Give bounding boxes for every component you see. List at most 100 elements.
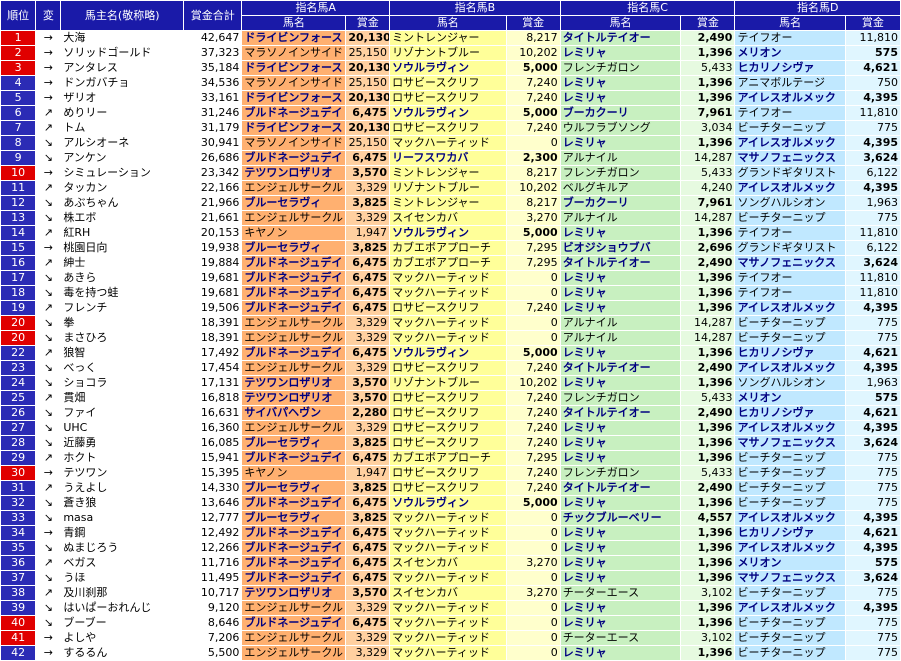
header-horse-a: 馬名 [241,15,347,31]
horse-c-prize: 1,396 [680,345,736,361]
table-row: 13 ↘ 株エボ 21,661 エンジェルサークル 3,329 スイセンカバ 3,270 アルナ… [0,210,901,226]
change-arrow: ↗ [35,255,62,271]
change-arrow: ↗ [35,225,62,241]
total-prize: 16,085 [183,435,243,451]
horse-b-prize: 7,240 [505,300,561,316]
horse-a-prize: 6,475 [345,105,391,121]
horse-c-prize: 2,490 [680,30,736,46]
table-row: 17 ↘ あきら 19,681 ブルドネージュデイ 6,475 マックハーティッド 0 レミリャ… [0,270,901,286]
total-prize: 17,492 [183,345,243,361]
horse-a-prize: 3,570 [345,390,391,406]
owner-name: 蒼き狼 [60,495,185,511]
horse-b-name: ソウルラヴィン [389,105,507,121]
total-prize: 19,884 [183,255,243,271]
table-row: 11 ↗ タッカン 22,166 エンジェルサークル 3,329 リゾナントブルー 10,20… [0,180,901,196]
horse-c-name: ウルフラブソング [559,120,682,136]
horse-d-name: ビーチターニップ [734,120,846,136]
total-prize: 11,716 [183,555,243,571]
change-arrow: ↗ [35,345,62,361]
horse-c-name: タイトルテイオー [559,405,682,421]
horse-b-name: ロサビースクリフ [389,435,507,451]
table-row: 8 ↘ アルシオーネ 30,941 マラソノインサイド 25,150 マックハーティッド 0 レ… [0,135,901,151]
table-row: 34 → 青鋼 12,492 ブルドネージュデイ 6,475 マックハーティッド 0 レミリャ 1… [0,525,901,541]
horse-d-name: ビーチターニップ [734,585,846,601]
total-prize: 22,166 [183,180,243,196]
horse-d-name: マサノフェニックス [734,570,846,586]
horse-c-prize: 2,490 [680,360,736,376]
horse-b-name: ロサビースクリフ [389,90,507,106]
horse-d-prize: 4,395 [844,420,901,436]
table-row: 24 ↘ ショコラ 17,131 テツワンロザリオ 3,570 リゾナントブルー 10,202… [0,375,901,391]
total-prize: 18,391 [183,315,243,331]
rank-cell: 16 [0,255,37,271]
total-prize: 31,179 [183,120,243,136]
horse-c-name: フレンチガロン [559,165,682,181]
horse-b-name: リーフスワカバ [389,150,507,166]
owner-name: まさひろ [60,330,185,346]
rank-cell: 20 [0,330,37,346]
table-row: 14 ↗ 紅RH 20,153 キヤノン 1,947 ソウルラヴィン 5,000 レミリャ 1,3… [0,225,901,241]
change-arrow: → [35,75,62,91]
horse-b-prize: 7,295 [505,255,561,271]
change-arrow: → [35,45,62,61]
horse-a-prize: 3,329 [345,315,391,331]
horse-b-prize: 5,000 [505,105,561,121]
horse-d-prize: 4,395 [844,300,901,316]
total-prize: 31,246 [183,105,243,121]
horse-d-prize: 4,395 [844,135,901,151]
horse-c-prize: 7,961 [680,105,736,121]
change-arrow: ↘ [35,375,62,391]
horse-d-name: アニマボルテージ [734,75,846,91]
owner-name: ショコラ [60,375,185,391]
horse-d-prize: 1,963 [844,195,901,211]
horse-b-name: スイセンカバ [389,585,507,601]
horse-d-prize: 3,624 [844,435,901,451]
horse-a-name: ドライビンフォース [241,120,347,136]
change-arrow: ↘ [35,435,62,451]
horse-a-name: ブルドネージュデイ [241,555,347,571]
total-prize: 26,686 [183,150,243,166]
horse-d-prize: 775 [844,210,901,226]
change-arrow: ↘ [35,540,62,556]
horse-a-name: テツワンロザリオ [241,390,347,406]
horse-d-name: ヒカリノシヴァ [734,525,846,541]
horse-c-prize: 5,433 [680,165,736,181]
horse-a-name: エンジェルサークル [241,180,347,196]
horse-d-name: メリオン [734,555,846,571]
header-total: 賞金合計 [183,0,243,31]
horse-a-name: ブルドネージュデイ [241,495,347,511]
horse-a-prize: 3,825 [345,435,391,451]
change-arrow: ↘ [35,360,62,376]
table-row: 31 ↗ うえよし 14,330 ブルーセラヴィ 3,825 ロサビースクリフ 7,240 タイ… [0,480,901,496]
owner-name: ベガス [60,555,185,571]
horse-d-prize: 1,963 [844,375,901,391]
horse-a-prize: 3,570 [345,375,391,391]
table-row: 26 ↘ ファイ 16,631 サイバパヘヴン 2,280 ロサビースクリフ 7,240 タイト… [0,405,901,421]
change-arrow: ↗ [35,300,62,316]
horse-c-prize: 3,102 [680,585,736,601]
header-group-a: 指名馬A [241,0,391,16]
horse-d-name: アイレスオルメック [734,600,846,616]
horse-a-prize: 6,475 [345,270,391,286]
horse-a-name: マラソノインサイド [241,45,347,61]
total-prize: 17,131 [183,375,243,391]
horse-d-name: テイフオー [734,30,846,46]
horse-d-prize: 11,810 [844,105,901,121]
horse-c-prize: 1,396 [680,540,736,556]
horse-a-name: エンジェルサークル [241,360,347,376]
horse-c-name: レミリャ [559,525,682,541]
total-prize: 16,360 [183,420,243,436]
horse-a-prize: 6,475 [345,450,391,466]
header-horse-d: 馬名 [734,15,846,31]
horse-a-name: ブルドネージュデイ [241,540,347,556]
owner-name: ドンガバチョ [60,75,185,91]
horse-c-name: アルナイル [559,150,682,166]
change-arrow: ↘ [35,315,62,331]
horse-b-name: マックハーティッド [389,510,507,526]
horse-c-name: アルナイル [559,330,682,346]
horse-d-name: アイレスオルメック [734,420,846,436]
rank-cell: 10 [0,165,37,181]
rank-cell: 2 [0,45,37,61]
owner-name: 毒を持つ蛙 [60,285,185,301]
horse-d-name: ヒカリノシヴァ [734,345,846,361]
